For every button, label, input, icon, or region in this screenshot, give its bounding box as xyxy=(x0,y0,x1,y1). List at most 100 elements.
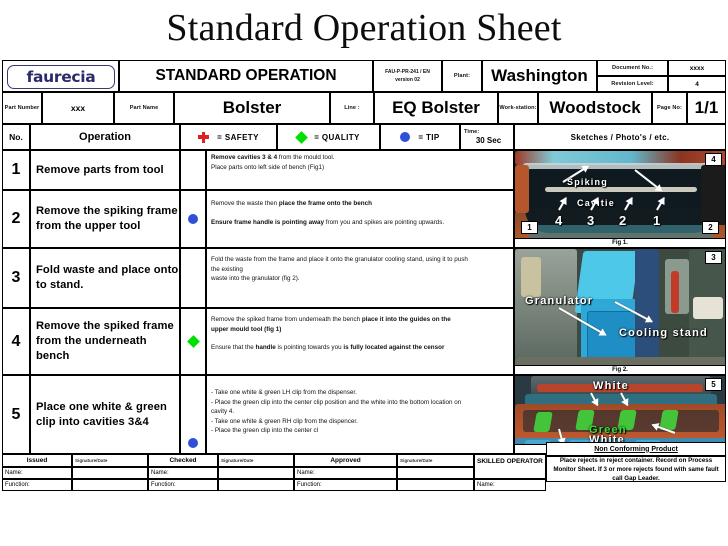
legend-tip: = TIP xyxy=(380,124,460,150)
cycle-time-label: Time: xyxy=(464,129,480,135)
ncp-text: Place rejects in reject container. Recor… xyxy=(553,456,719,482)
photo-badge-4: 4 xyxy=(705,153,722,166)
footer-skilled-operator-label-cell: SKILLED OPERATOR xyxy=(474,454,546,479)
footer-approved-label-cell: Approved xyxy=(294,454,397,467)
footer-issued-signature-label-cell: Signature/Date xyxy=(72,454,148,467)
legend-tip-label: = TIP xyxy=(418,132,440,142)
footer-checked-signature-cell[interactable] xyxy=(218,467,294,479)
row-details-3: Fold the waste from the frame and place … xyxy=(206,248,514,308)
footer-approved-signature-cell[interactable] xyxy=(397,467,474,479)
document-no-label: Document No.: xyxy=(611,64,654,71)
header-main-title-cell: STANDARD OPERATION xyxy=(119,60,373,92)
footer-operator-name-cell[interactable]: Name: xyxy=(474,479,546,491)
revision-value: 4 xyxy=(695,80,699,88)
row-operation-text: Remove the spiked frame from the underne… xyxy=(36,320,174,362)
row-operation-1: Remove parts from tool xyxy=(30,150,180,190)
cavity-number-1: 1 xyxy=(653,213,662,228)
document-no-value-cell: xxxx xyxy=(668,60,726,76)
sop-grid: faurecia STANDARD OPERATION FAU-P-PR-241… xyxy=(2,60,726,518)
row-operation-text: Place one white & green clip into caviti… xyxy=(36,400,167,428)
footer-approved-label: Approved xyxy=(330,457,361,464)
footer-function-label: Function: xyxy=(151,482,176,488)
faurecia-logo: faurecia xyxy=(7,65,115,89)
col-header-operation: Operation xyxy=(30,124,180,150)
page-label-cell: Page No: xyxy=(652,92,687,124)
row-details-2: Remove the waste then place the frame on… xyxy=(206,190,514,248)
cavity-number-2: 2 xyxy=(619,213,628,228)
legend-safety-label: = SAFETY xyxy=(217,132,259,142)
col-header-no-label: No. xyxy=(9,132,23,142)
footer-signature-label: Signature/Date xyxy=(75,458,108,463)
footer-issued-label: Issued xyxy=(26,457,48,464)
plant-value: Washington xyxy=(491,66,588,85)
footer-signature-label: Signature/Date xyxy=(221,458,254,463)
cavity-number-4: 4 xyxy=(555,213,564,228)
row-symbol-5 xyxy=(180,375,206,454)
legend-quality-label: = QUALITY xyxy=(314,132,360,142)
legend-safety: = SAFETY xyxy=(180,124,277,150)
page-title: Standard Operation Sheet xyxy=(166,7,562,49)
row-operation-text: Remove parts from tool xyxy=(36,163,164,176)
part-number-value: xxx xyxy=(70,103,86,113)
document-no-value: xxxx xyxy=(689,64,705,72)
logo-cell: faurecia xyxy=(2,60,119,92)
part-number-label-cell: Part Number xyxy=(2,92,42,124)
footer-checked-name-cell[interactable]: Name: xyxy=(148,467,218,479)
photo-badge-5: 5 xyxy=(705,378,722,391)
footer-checked-signature-label-cell: Signature/Date xyxy=(218,454,294,467)
footer-issued-signature2-cell[interactable] xyxy=(72,479,148,491)
plant-value-cell: Washington xyxy=(482,60,597,92)
quality-diamond-icon xyxy=(186,335,200,348)
footer-function-label: Function: xyxy=(5,482,30,488)
ncp-title: Non Conforming Product xyxy=(594,445,678,453)
col-header-sketches-label: Sketches / Photo's / etc. xyxy=(570,132,670,142)
plant-label-cell: Plant: xyxy=(442,60,482,92)
footer-checked-function-cell[interactable]: Function: xyxy=(148,479,218,491)
row-number: 4 xyxy=(11,332,21,350)
row-symbol-2 xyxy=(180,190,206,248)
photo-caption-fig-2: Fig 2. xyxy=(515,365,725,374)
page-value-cell: 1/1 xyxy=(687,92,726,124)
footer-approved-name-cell[interactable]: Name: xyxy=(294,467,397,479)
footer-issued-function-cell[interactable]: Function: xyxy=(2,479,72,491)
row-number: 2 xyxy=(11,210,21,227)
tip-circle-icon xyxy=(188,214,198,224)
footer-name-label: Name: xyxy=(297,470,315,476)
photo-label-white-top: White xyxy=(593,380,629,392)
row-no-5: 5 xyxy=(2,375,30,454)
document-no-label-cell: Document No.: xyxy=(597,60,668,76)
form-ref-line2: version 02 xyxy=(395,76,420,83)
part-name-value: Bolster xyxy=(222,98,282,117)
footer-checked-signature2-cell[interactable] xyxy=(218,479,294,491)
photo-fig-2: Granulator Cooling stand 3 Fig 2. xyxy=(514,248,726,375)
footer-approved-signature2-cell[interactable] xyxy=(397,479,474,491)
footer-name-label: Name: xyxy=(477,482,495,488)
line-value-cell: EQ Bolster xyxy=(374,92,498,124)
part-number-value-cell: xxx xyxy=(42,92,114,124)
footer-issued-signature-cell[interactable] xyxy=(72,467,148,479)
photo-fig-1: Spiking Cavitie 4 3 2 1 4 1 2 Fig 1. xyxy=(514,150,726,248)
row-operation-5: Place one white & green clip into caviti… xyxy=(30,375,180,454)
row-operation-3: Fold waste and place onto to stand. xyxy=(30,248,180,308)
workstation-value: Woodstock xyxy=(549,98,641,117)
workstation-label-cell: Work-station: xyxy=(498,92,538,124)
row-details-text: Remove the spiked frame from underneath … xyxy=(211,316,451,351)
footer-approved-signature-label-cell: Signature/Date xyxy=(397,454,474,467)
row-number: 1 xyxy=(11,161,21,178)
line-value: EQ Bolster xyxy=(392,98,480,117)
revision-value-cell: 4 xyxy=(668,76,726,92)
photo-label-spiking: Spiking xyxy=(567,177,608,187)
sop-sheet-page: Standard Operation Sheet faurecia STANDA… xyxy=(0,0,728,546)
col-header-sketches: Sketches / Photo's / etc. xyxy=(514,124,726,150)
row-operation-text: Fold waste and place onto to stand. xyxy=(36,264,179,291)
row-symbol-3 xyxy=(180,248,206,308)
photo-badge-3: 3 xyxy=(705,251,722,264)
row-symbol-4 xyxy=(180,308,206,375)
footer-issued-name-cell[interactable]: Name: xyxy=(2,467,72,479)
footer-approved-function-cell[interactable]: Function: xyxy=(294,479,397,491)
workstation-label: Work-station: xyxy=(499,104,537,111)
part-number-label: Part Number xyxy=(4,104,40,111)
row-no-1: 1 xyxy=(2,150,30,190)
footer-name-label: Name: xyxy=(151,470,169,476)
footer-skilled-operator-label: SKILLED OPERATOR xyxy=(477,458,543,465)
